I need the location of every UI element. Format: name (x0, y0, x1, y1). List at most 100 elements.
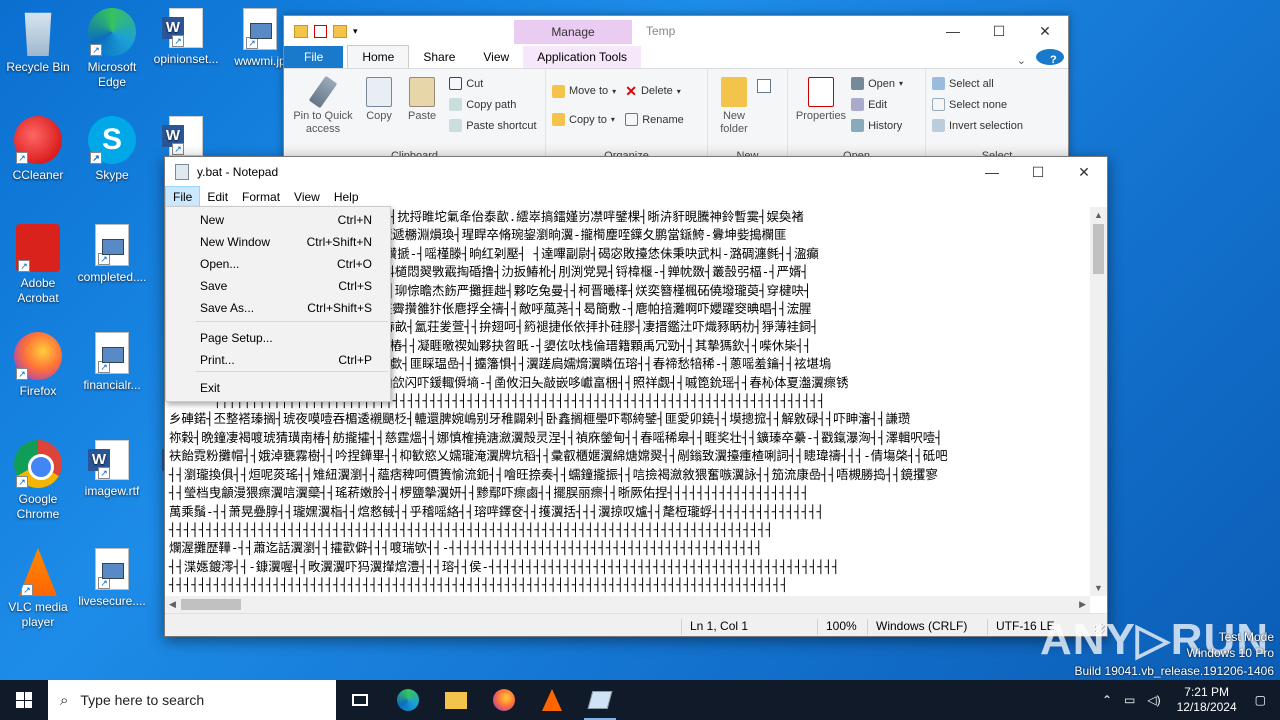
desktop-icon[interactable]: ↗ Microsoft Edge (74, 8, 150, 90)
properties-button[interactable]: Properties (794, 73, 848, 123)
menu-item-shortcut: Ctrl+P (338, 353, 372, 367)
horizontal-scroll-thumb[interactable] (181, 599, 241, 610)
desktop-icon[interactable]: ↗ financialr... (74, 332, 150, 393)
volume-icon[interactable]: ◁) (1141, 693, 1166, 707)
invert-selection-button[interactable]: Invert selection (932, 115, 1062, 136)
ribbon: Pin to Quick access Copy Paste Cut Copy … (284, 68, 1068, 164)
chevron-down-icon[interactable]: ▾ (353, 26, 358, 37)
search-box[interactable]: ⌕ Type here to search (48, 680, 336, 720)
minimize-button[interactable]: — (930, 16, 976, 46)
clock[interactable]: 7:21 PM 12/18/2024 (1167, 685, 1247, 715)
desktop-icon-label: opinionset... (153, 52, 219, 66)
select-none-button[interactable]: Select none (932, 94, 1062, 115)
scroll-down-icon[interactable]: ▼ (1094, 583, 1103, 593)
minimize-button[interactable]: — (969, 157, 1015, 187)
horizontal-scrollbar[interactable]: ◀ ▶ (165, 596, 1090, 613)
close-button[interactable]: ✕ (1061, 157, 1107, 187)
select-all-button[interactable]: Select all (932, 73, 1062, 94)
vertical-scrollbar[interactable]: ▲ ▼ (1090, 207, 1107, 596)
file-menu-item[interactable]: New Window Ctrl+Shift+N (166, 231, 390, 253)
menu-item-shortcut: Ctrl+O (336, 257, 372, 271)
maximize-button[interactable]: ☐ (976, 16, 1022, 46)
copy-path-button[interactable]: Copy path (449, 94, 536, 115)
desktop-icon[interactable]: ↗ imagew.rtf (74, 440, 150, 499)
file-menu-item[interactable]: Exit (166, 377, 390, 399)
chevron-up-icon[interactable]: ⌃ (1096, 693, 1118, 707)
file-menu-item[interactable]: Page Setup... (166, 327, 390, 349)
properties-check-icon[interactable] (314, 24, 327, 38)
notepad-icon (175, 164, 189, 180)
close-button[interactable]: ✕ (1022, 16, 1068, 46)
select-none-icon (932, 98, 945, 111)
tab-file[interactable]: File (284, 46, 344, 68)
desktop-icon[interactable]: ↗ VLC media player (0, 548, 76, 630)
maximize-button[interactable]: ☐ (1015, 157, 1061, 187)
explorer-titlebar[interactable]: ▾ Manage Temp — ☐ ✕ (284, 16, 1068, 46)
file-menu-item[interactable]: Print... Ctrl+P (166, 349, 390, 371)
menu-help[interactable]: Help (327, 187, 366, 207)
paste-button[interactable]: Paste (402, 73, 442, 123)
word-doc-icon: ↗ (162, 8, 203, 48)
file-explorer-taskbar-icon[interactable] (432, 680, 480, 720)
menu-item-label: Print... (200, 353, 235, 367)
ribbon-tabs: File Home Share View Application Tools ⌄… (284, 45, 1068, 68)
menu-edit[interactable]: Edit (200, 187, 235, 207)
desktop-icon[interactable]: ↗ CCleaner (0, 116, 76, 183)
text-line: ┤┤┤┤┤┤┤┤┤┤┤┤┤┤┤┤┤┤┤┤┤┤┤┤┤┤┤┤┤┤┤┤┤┤┤┤┤┤┤┤… (169, 521, 774, 537)
notification-icon[interactable]: ▢ (1247, 693, 1280, 707)
edit-button[interactable]: Edit (851, 94, 903, 115)
file-menu-item[interactable]: Save As... Ctrl+Shift+S (166, 297, 390, 319)
desktop-icon[interactable]: ↗ opinionset... (148, 8, 224, 67)
new-item-icon[interactable] (757, 79, 772, 93)
file-explorer-window[interactable]: ▾ Manage Temp — ☐ ✕ File Home Share View… (283, 15, 1069, 164)
desktop-icon[interactable]: Recycle Bin (0, 8, 76, 75)
tab-home[interactable]: Home (347, 45, 410, 68)
copy-button[interactable]: Copy (359, 73, 399, 123)
task-view-icon[interactable] (336, 680, 384, 720)
shortcut-arrow-icon: ↗ (21, 584, 33, 596)
move-to-button[interactable]: Move to ▾ (552, 73, 616, 109)
new-folder-icon[interactable] (333, 24, 347, 38)
cut-button[interactable]: Cut (449, 73, 536, 94)
scroll-left-icon[interactable]: ◀ (169, 599, 176, 610)
desktop-icon[interactable]: ↗ livesecure.... (74, 548, 150, 609)
start-button[interactable] (0, 680, 48, 720)
tab-share[interactable]: Share (409, 46, 469, 68)
file-menu-item[interactable]: Open... Ctrl+O (166, 253, 390, 275)
edge-taskbar-icon[interactable] (384, 680, 432, 720)
scroll-up-icon[interactable]: ▲ (1094, 210, 1103, 220)
manage-contextual-tab[interactable]: Manage (514, 20, 632, 44)
vertical-scroll-thumb[interactable] (1093, 224, 1104, 274)
firefox-taskbar-icon[interactable] (480, 680, 528, 720)
scroll-right-icon[interactable]: ▶ (1079, 599, 1086, 610)
menu-item-shortcut: Ctrl+Shift+S (307, 301, 372, 315)
open-icon (851, 77, 865, 90)
pin-quick-access-button[interactable]: Pin to Quick access (290, 73, 356, 136)
help-icon[interactable]: ? (1036, 49, 1064, 66)
desktop-icon[interactable]: S ↗ Skype (74, 116, 150, 183)
menu-file[interactable]: File (165, 186, 201, 208)
shortcut-arrow-icon: ↗ (246, 37, 258, 49)
network-icon[interactable]: ▭ (1118, 693, 1141, 707)
open-button[interactable]: Open ▾ (851, 73, 903, 94)
file-menu-item[interactable]: Save Ctrl+S (166, 275, 390, 297)
paste-shortcut-button[interactable]: Paste shortcut (449, 115, 537, 136)
desktop-icon[interactable]: ↗ Adobe Acrobat (0, 224, 76, 306)
new-folder-button[interactable]: New folder (714, 73, 754, 136)
desktop-icon[interactable]: ↗ Firefox (0, 332, 76, 399)
vlc-taskbar-icon[interactable] (528, 680, 576, 720)
folder-icon[interactable] (294, 24, 308, 38)
notepad-titlebar[interactable]: y.bat - Notepad — ☐ ✕ (165, 157, 1107, 187)
tab-application-tools[interactable]: Application Tools (523, 46, 642, 68)
rename-button[interactable]: Rename (625, 109, 684, 130)
desktop-icon[interactable]: ↗ Google Chrome (0, 440, 76, 522)
notepad-taskbar-icon[interactable] (576, 680, 624, 720)
menu-format[interactable]: Format (235, 187, 287, 207)
copy-to-button[interactable]: Copy to ▾ (552, 109, 616, 130)
file-menu-item[interactable]: New Ctrl+N (166, 209, 390, 231)
menu-view[interactable]: View (287, 187, 327, 207)
tab-view[interactable]: View (469, 46, 523, 68)
desktop-icon[interactable]: ↗ completed.... (74, 224, 150, 285)
history-button[interactable]: History (851, 115, 903, 136)
delete-button[interactable]: ✕ Delete ▾ (625, 73, 684, 109)
